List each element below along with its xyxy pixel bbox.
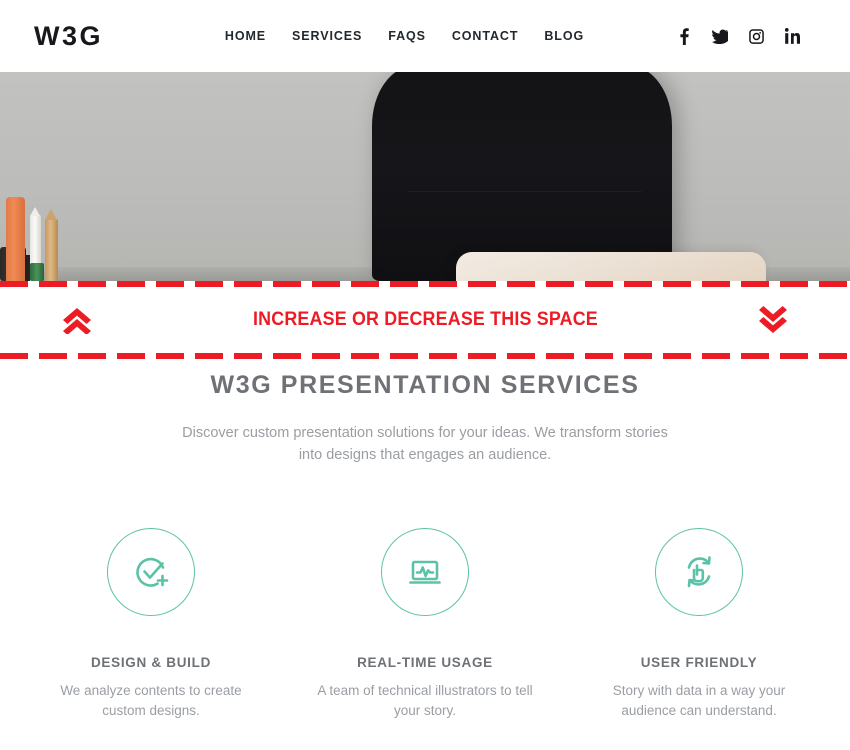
increase-space-button[interactable] [56, 299, 98, 341]
hero-laptop-object [456, 252, 766, 281]
decrease-space-button[interactable] [752, 299, 794, 341]
section-title: W3G PRESENTATION SERVICES [210, 371, 640, 399]
service-card-user-friendly: USER FRIENDLY Story with data in a way y… [562, 528, 836, 721]
site-header: W3G HOME SERVICES FAQS CONTACT BLOG [0, 0, 850, 72]
nav-item-home[interactable]: HOME [225, 29, 266, 43]
spacer-adjust-banner: INCREASE OR DECREASE THIS SPACE [0, 281, 850, 359]
service-card-text: We analyze contents to create custom des… [60, 683, 242, 718]
services-section: W3G PRESENTATION SERVICES Discover custo… [0, 359, 850, 721]
hand-pointer-refresh-icon[interactable] [655, 528, 743, 616]
service-card-title: DESIGN & BUILD [90, 655, 212, 670]
hero-desk-green-object [30, 263, 44, 281]
hero-chair-object [372, 72, 672, 281]
linkedin-icon[interactable] [784, 28, 800, 45]
service-card-real-time-usage: REAL-TIME USAGE A team of technical illu… [288, 528, 562, 721]
social-links [676, 27, 800, 45]
service-card-text: Story with data in a way your audience c… [612, 683, 786, 718]
facebook-icon[interactable] [676, 27, 692, 45]
hero-image [0, 72, 850, 281]
main-navigation: HOME SERVICES FAQS CONTACT BLOG [133, 29, 676, 43]
service-card-title: REAL-TIME USAGE [357, 655, 493, 670]
service-card-title: USER FRIENDLY [640, 655, 758, 670]
site-logo[interactable]: W3G [34, 21, 103, 52]
nav-item-services[interactable]: SERVICES [292, 29, 362, 43]
check-circle-plus-icon[interactable] [107, 528, 195, 616]
service-card-design-build: DESIGN & BUILD We analyze contents to cr… [14, 528, 288, 721]
spacer-banner-label: INCREASE OR DECREASE THIS SPACE [252, 309, 598, 330]
nav-item-contact[interactable]: CONTACT [452, 29, 518, 43]
section-subtitle: Discover custom presentation solutions f… [182, 425, 668, 463]
spacer-top-dashed-border [0, 281, 850, 287]
service-card-text: A team of technical illustrators to tell… [317, 683, 533, 718]
instagram-icon[interactable] [748, 28, 764, 45]
service-cards: DESIGN & BUILD We analyze contents to cr… [0, 528, 850, 721]
page-root: W3G HOME SERVICES FAQS CONTACT BLOG INCR… [0, 0, 850, 750]
nav-item-faqs[interactable]: FAQS [388, 29, 426, 43]
hero-desk-orange-marker [6, 197, 25, 281]
nav-item-blog[interactable]: BLOG [544, 29, 584, 43]
twitter-icon[interactable] [712, 28, 728, 45]
hero-desk-tan-pencil [45, 209, 58, 281]
laptop-chart-icon[interactable] [381, 528, 469, 616]
